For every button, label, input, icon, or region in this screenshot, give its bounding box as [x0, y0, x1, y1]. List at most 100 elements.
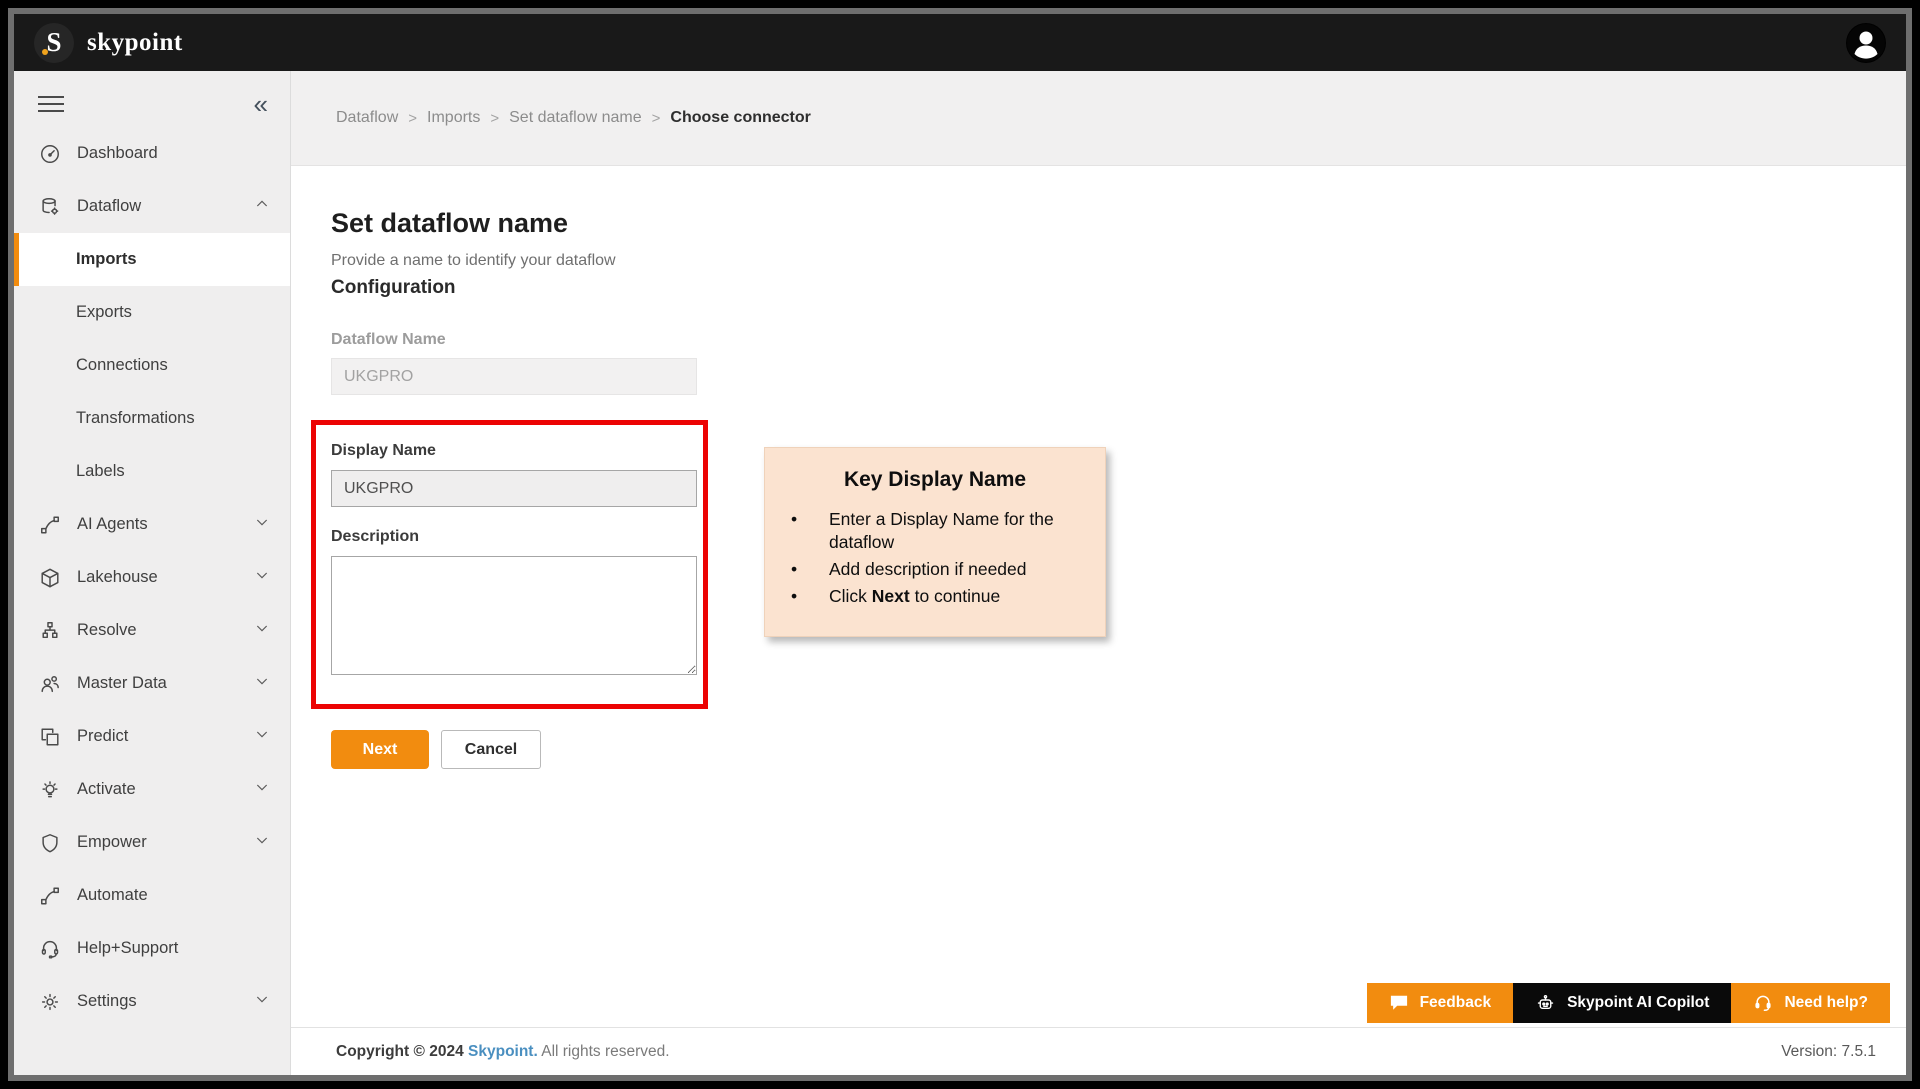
sidebar-item-label: Dashboard [77, 144, 158, 162]
sidebar-item-label: Dataflow [77, 197, 142, 215]
topbar: S skypoint [14, 14, 1906, 71]
bullet-marker: • [791, 586, 798, 607]
user-avatar[interactable] [1846, 22, 1886, 63]
sidebar-item-label: Resolve [77, 621, 137, 639]
sidebar-item-connections[interactable]: Connections [14, 339, 290, 392]
breadcrumb-imports[interactable]: Imports [427, 109, 480, 127]
empower-shield-icon [38, 831, 62, 855]
bullet-marker: • [791, 509, 798, 529]
main-area: Dataflow > Imports > Set dataflow name >… [291, 71, 1906, 1075]
display-name-label: Display Name [331, 442, 436, 459]
sidebar-item-lakehouse[interactable]: Lakehouse [14, 551, 290, 604]
sidebar-item-label: Lakehouse [77, 568, 158, 586]
breadcrumb-set-dataflow-name[interactable]: Set dataflow name [509, 109, 642, 127]
sidebar-item-label: Imports [76, 250, 137, 268]
lakehouse-icon [38, 566, 62, 590]
page-content: Set dataflow name Provide a name to iden… [291, 166, 1906, 1027]
feedback-icon [1390, 995, 1407, 1010]
headset-icon [1755, 995, 1772, 1011]
breadcrumb-choose-connector: Choose connector [670, 109, 811, 126]
skypoint-link[interactable]: Skypoint. [468, 1043, 538, 1060]
chevron-down-icon[interactable] [254, 991, 270, 1012]
chevron-down-icon[interactable] [254, 514, 270, 535]
description-field[interactable] [331, 556, 697, 675]
sidebar-item-help-support[interactable]: Help+Support [14, 922, 290, 975]
chevron-down-icon[interactable] [254, 832, 270, 853]
sidebar-item-activate[interactable]: Activate [14, 763, 290, 816]
sidebar-item-dashboard[interactable]: Dashboard [14, 127, 290, 180]
sidebar-item-label: Settings [77, 992, 137, 1010]
breadcrumb-dataflow[interactable]: Dataflow [336, 109, 398, 127]
app-body: « Dashboard Dataflow Imports Exports Con… [14, 71, 1906, 1075]
sidebar-item-predict[interactable]: Predict [14, 710, 290, 763]
resolve-icon [38, 619, 62, 643]
hamburger-menu-icon[interactable] [38, 91, 64, 117]
collapse-sidebar-icon[interactable]: « [254, 91, 268, 117]
description-label: Description [331, 528, 420, 545]
display-name-field[interactable] [331, 470, 697, 507]
sidebar-item-master-data[interactable]: Master Data [14, 657, 290, 710]
help-button-row: Feedback Skypoint AI Copilot Need help? [1366, 983, 1890, 1023]
dataflow-icon [38, 195, 62, 219]
sidebar-item-ai-agents[interactable]: AI Agents [14, 498, 290, 551]
callout-bullet: • Enter a Display Name for the dataflow [783, 508, 1087, 554]
footer: Copyright © 2024 Skypoint. All rights re… [291, 1027, 1906, 1075]
highlight-red-box: Display Name Description [311, 420, 708, 709]
sidebar-nav: Dashboard Dataflow Imports Exports Conne… [14, 127, 290, 1075]
sidebar: « Dashboard Dataflow Imports Exports Con… [14, 71, 291, 1075]
sidebar-item-transformations[interactable]: Transformations [14, 392, 290, 445]
sidebar-item-label: Automate [77, 886, 148, 904]
copyright-text: Copyright © 2024 Skypoint. All rights re… [336, 1042, 670, 1060]
breadcrumb-bar: Dataflow > Imports > Set dataflow name >… [291, 71, 1906, 166]
next-button[interactable]: Next [331, 730, 429, 769]
ai-agents-icon [38, 513, 62, 537]
predict-icon [38, 725, 62, 749]
chevron-down-icon[interactable] [254, 779, 270, 800]
callout-bullet: • Click Next to continue [783, 585, 1087, 608]
brand-name: skypoint [87, 28, 183, 56]
logo-letter: S [46, 27, 62, 57]
feedback-button[interactable]: Feedback [1366, 983, 1514, 1023]
sidebar-item-label: AI Agents [77, 515, 148, 533]
sidebar-item-exports[interactable]: Exports [14, 286, 290, 339]
sidebar-item-label: Empower [77, 833, 147, 851]
sidebar-item-label: Labels [76, 462, 125, 480]
sidebar-item-settings[interactable]: Settings [14, 975, 290, 1028]
person-icon [1847, 23, 1885, 62]
page-title: Set dataflow name [331, 208, 569, 238]
dataflow-name-label: Dataflow Name [331, 331, 446, 348]
breadcrumb-separator: > [408, 109, 418, 127]
sidebar-item-dataflow[interactable]: Dataflow [14, 180, 290, 233]
activate-icon [38, 778, 62, 802]
configuration-section-title: Configuration [331, 277, 456, 298]
sidebar-item-label: Transformations [76, 409, 195, 427]
sidebar-item-label: Connections [76, 356, 168, 374]
chevron-down-icon[interactable] [254, 567, 270, 588]
sidebar-item-automate[interactable]: Automate [14, 869, 290, 922]
key-display-name-callout: Key Display Name • Enter a Display Name … [764, 447, 1106, 638]
sidebar-item-empower[interactable]: Empower [14, 816, 290, 869]
dashboard-icon [38, 142, 62, 166]
form-actions: Next Cancel [331, 730, 1906, 769]
sidebar-item-label: Help+Support [77, 939, 179, 957]
skypoint-ai-copilot-button[interactable]: Skypoint AI Copilot [1513, 983, 1732, 1023]
chevron-down-icon[interactable] [254, 726, 270, 747]
chevron-down-icon[interactable] [254, 673, 270, 694]
cancel-button[interactable]: Cancel [441, 730, 541, 769]
sidebar-item-label: Predict [77, 727, 129, 745]
chevron-down-icon[interactable] [254, 620, 270, 641]
version-text: Version: 7.5.1 [1781, 1042, 1876, 1060]
dataflow-name-field [331, 358, 697, 395]
app-window: S skypoint « Dashboard Dataflow Imports … [8, 8, 1912, 1081]
sidebar-header: « [14, 71, 290, 127]
sidebar-item-label: Activate [77, 780, 136, 798]
page-subtitle: Provide a name to identify your dataflow [331, 252, 616, 269]
sidebar-item-resolve[interactable]: Resolve [14, 604, 290, 657]
chevron-up-icon[interactable] [254, 196, 270, 217]
sidebar-item-labels[interactable]: Labels [14, 445, 290, 498]
master-data-icon [38, 672, 62, 696]
sidebar-item-label: Master Data [77, 674, 167, 692]
need-help-button[interactable]: Need help? [1731, 983, 1890, 1023]
breadcrumb-separator: > [490, 109, 500, 127]
sidebar-item-imports[interactable]: Imports [14, 233, 290, 286]
